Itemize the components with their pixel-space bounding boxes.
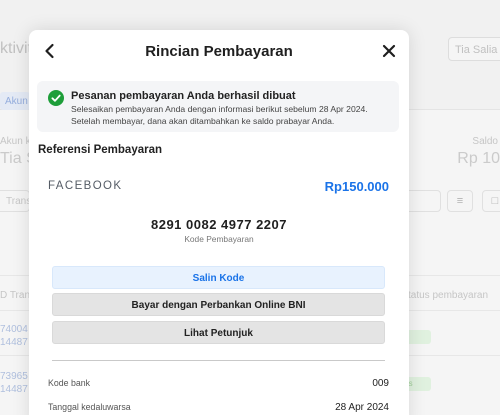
divider: [52, 360, 385, 361]
detail-value: 28 Apr 2024: [335, 402, 389, 413]
notice-body: Selesaikan pembayaran Anda dengan inform…: [71, 104, 368, 126]
close-button[interactable]: [379, 41, 399, 61]
detail-label: Kode bank: [48, 378, 91, 388]
copy-code-button[interactable]: Salin Kode: [52, 266, 385, 289]
merchant-name: FACEBOOK: [48, 180, 123, 192]
pay-online-banking-button[interactable]: Bayar dengan Perbankan Online BNI: [52, 293, 385, 316]
check-circle-icon: [48, 90, 64, 106]
detail-value: 009: [372, 378, 389, 389]
modal-title: Rincian Pembayaran: [145, 43, 293, 60]
payment-code-caption: Kode Pembayaran: [184, 234, 254, 244]
detail-row-expiry: Tanggal kedaluwarsa 28 Apr 2024: [48, 402, 389, 413]
notice-title: Pesanan pembayaran Anda berhasil dibuat: [71, 90, 296, 102]
close-icon: [382, 44, 396, 58]
payment-amount: Rp150.000: [324, 179, 389, 194]
success-notice: Pesanan pembayaran Anda berhasil dibuat …: [37, 81, 399, 132]
detail-label: Tanggal kedaluwarsa: [48, 402, 131, 412]
view-instructions-button[interactable]: Lihat Petunjuk: [52, 321, 385, 344]
section-title: Referensi Pembayaran: [38, 144, 163, 156]
detail-row-bank-code: Kode bank 009: [48, 378, 389, 389]
payment-code: 8291 0082 4977 2207: [150, 217, 287, 232]
modal-header: Rincian Pembayaran: [29, 30, 409, 75]
payment-details-modal: Rincian Pembayaran Pesanan pembayaran An…: [29, 30, 409, 415]
